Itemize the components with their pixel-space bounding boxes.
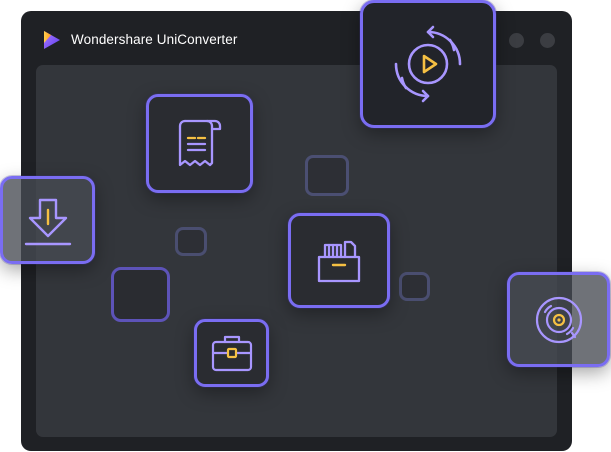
minimize-button[interactable] bbox=[509, 33, 524, 48]
dvd-disc-icon bbox=[535, 296, 582, 343]
convert-tile[interactable] bbox=[360, 0, 496, 128]
close-button[interactable] bbox=[540, 33, 555, 48]
folder-tile[interactable] bbox=[288, 213, 390, 308]
file-cabinet-icon bbox=[317, 240, 361, 282]
decorative-square bbox=[399, 272, 430, 301]
toolbox-icon bbox=[211, 335, 252, 372]
decorative-square bbox=[175, 227, 207, 256]
download-icon bbox=[24, 198, 71, 246]
decorative-square bbox=[305, 155, 349, 196]
uniconverter-logo-icon bbox=[44, 31, 60, 49]
decorative-square bbox=[111, 267, 170, 322]
download-tile[interactable] bbox=[0, 176, 95, 264]
convert-video-icon bbox=[394, 25, 462, 103]
app-title: Wondershare UniConverter bbox=[71, 32, 238, 47]
toolbox-tile[interactable] bbox=[194, 319, 269, 387]
disc-tile[interactable] bbox=[507, 272, 610, 367]
document-tile[interactable] bbox=[146, 94, 253, 193]
receipt-document-icon bbox=[178, 119, 221, 166]
stage: Wondershare UniConverter bbox=[0, 0, 611, 452]
